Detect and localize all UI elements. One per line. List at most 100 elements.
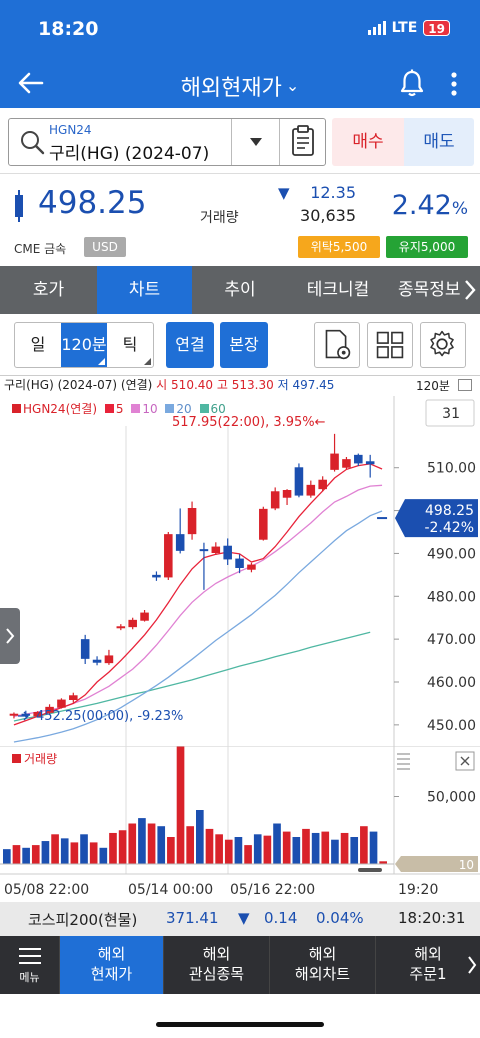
nav-overseas-price[interactable]: 해외 현재가 xyxy=(60,936,164,994)
current-pct-label: -2.42% xyxy=(424,520,474,536)
candle xyxy=(318,479,327,490)
ticker-down-arrow-icon: ▼ xyxy=(238,909,250,927)
change-down-arrow-icon: ▼ xyxy=(278,184,290,202)
candle xyxy=(80,639,90,659)
ticker-value: 371.41 xyxy=(166,909,219,927)
volume-bar xyxy=(128,823,137,864)
main-session-button[interactable]: 본장 xyxy=(220,322,268,368)
candle xyxy=(365,461,375,465)
price-chart[interactable]: 510.00500.00490.00480.00470.00460.00450.… xyxy=(0,396,480,746)
volume-bar xyxy=(253,834,262,864)
sell-button[interactable]: 매도 xyxy=(404,118,474,166)
candle xyxy=(223,545,232,560)
symbol-search-box[interactable]: HGN24 구리(HG) (2024-07) xyxy=(8,118,326,166)
side-panel-handle[interactable] xyxy=(0,608,20,664)
nav-overseas-order[interactable]: 해외 주문1 xyxy=(376,936,480,994)
volume-bar xyxy=(167,837,175,864)
candle xyxy=(69,695,78,700)
ma5-line xyxy=(13,463,383,726)
period-minute-button[interactable]: 120분 xyxy=(61,323,107,367)
volume-bar xyxy=(205,828,214,864)
chart-settings-button[interactable] xyxy=(420,322,466,368)
y-tick-label: 480.00 xyxy=(427,589,476,605)
current-price: 498.25 xyxy=(38,185,147,221)
volume-bar xyxy=(176,746,185,864)
symbol-name: 구리(HG) (2024-07) xyxy=(49,144,210,164)
volume-bar xyxy=(31,845,40,864)
symbol-code: HGN24 xyxy=(49,123,92,137)
tabs-scroll-right-icon[interactable] xyxy=(462,278,478,302)
tab-trend[interactable]: 추이 xyxy=(192,266,288,314)
memo-button[interactable] xyxy=(279,119,325,165)
symbol-search-row: HGN24 구리(HG) (2024-07) 매수 매도 xyxy=(0,108,480,174)
candle xyxy=(330,453,339,470)
continuous-button[interactable]: 연결 xyxy=(166,322,214,368)
volume-bar xyxy=(292,837,301,864)
nav-overseas-chart[interactable]: 해외 해외차트 xyxy=(270,936,376,994)
candle xyxy=(152,574,161,578)
candle xyxy=(247,564,256,570)
volume-bar xyxy=(99,847,108,864)
screen: 18:20 LTE 19 해외현재가 ⌄ HGN24 구리(HG) (2024-0… xyxy=(0,0,480,1038)
candle xyxy=(282,490,292,498)
layout-grid-button[interactable] xyxy=(367,322,413,368)
volume-bar xyxy=(244,845,252,864)
index-ticker[interactable]: 코스피200(현물) 371.41 ▼ 0.14 0.04% 18:20:31 xyxy=(0,902,480,936)
candle xyxy=(57,699,66,708)
maximize-icon[interactable] xyxy=(458,379,472,391)
volume-bar xyxy=(302,828,310,864)
volume-chart[interactable]: 거래량 50,000 10 05/08 22:00 05/14 00:00 05/16 2… xyxy=(0,746,480,902)
y-tick-label: 460.00 xyxy=(427,675,476,691)
ticker-change: 0.14 xyxy=(264,909,298,927)
exchange-label: CME 금속 xyxy=(14,242,67,256)
period-day-button[interactable]: 일 xyxy=(15,323,61,367)
y-tick-label: 450.00 xyxy=(427,718,476,734)
candle xyxy=(9,713,19,716)
volume-bar xyxy=(360,826,368,864)
tab-chart[interactable]: 차트 xyxy=(97,266,192,314)
chart-toolbar: 일 120분 틱 연결 본장 xyxy=(0,314,480,376)
volume-bar xyxy=(331,839,339,864)
volume-value: 30,635 xyxy=(300,206,356,225)
chevron-down-icon[interactable]: ⌄ xyxy=(286,76,299,95)
candle xyxy=(306,484,316,496)
ticker-pct: 0.04% xyxy=(316,909,364,927)
symbol-dropdown-button[interactable] xyxy=(231,119,279,165)
chart-settings-file-button[interactable] xyxy=(314,322,360,368)
price-candle-icon xyxy=(15,190,23,222)
margin-badge: 위탁5,500 xyxy=(298,236,380,258)
period-tick-button[interactable]: 틱 xyxy=(107,323,153,367)
chart-info-bar: 구리(HG) (2024-07) (연결) 시 510.40 고 513.30 … xyxy=(4,378,335,392)
y-tick-label: 510.00 xyxy=(427,461,476,477)
main-tabs: 호가 차트 추이 테크니컬 종목정보 xyxy=(0,266,480,314)
candle xyxy=(140,612,149,621)
volume-bar xyxy=(282,831,291,864)
document-gear-icon xyxy=(325,329,351,360)
low-value: 497.45 xyxy=(292,378,335,392)
candle xyxy=(199,549,209,552)
bottom-nav: 메뉴 해외 현재가 해외 관심종목 해외 해외차트 해외 주문1 xyxy=(0,936,480,994)
maintenance-badge: 유지5,000 xyxy=(386,236,468,258)
nav-overseas-watchlist[interactable]: 해외 관심종목 xyxy=(164,936,270,994)
menu-button[interactable]: 메뉴 xyxy=(0,936,60,994)
tab-quote[interactable]: 호가 xyxy=(0,266,97,314)
candle xyxy=(342,459,351,468)
change-percent: 2.42% xyxy=(391,190,468,221)
candle xyxy=(294,467,304,496)
buy-button[interactable]: 매수 xyxy=(332,118,404,166)
tab-technical[interactable]: 테크니컬 xyxy=(288,266,388,314)
price-change: 12.35 xyxy=(310,183,356,202)
period-selector: 일 120분 틱 xyxy=(14,322,154,368)
status-time: 18:20 xyxy=(38,18,99,40)
chart-scroll-indicator xyxy=(358,868,382,872)
volume-bar xyxy=(3,849,11,864)
volume-bar xyxy=(273,823,281,864)
candle xyxy=(116,626,126,629)
nav-scroll-right-icon[interactable] xyxy=(466,954,478,976)
candle xyxy=(128,619,137,628)
bell-icon[interactable] xyxy=(398,68,426,98)
volume-label: 거래량 xyxy=(200,210,239,226)
more-vertical-icon[interactable] xyxy=(444,70,464,98)
status-indicators: LTE 19 xyxy=(367,20,450,36)
home-indicator xyxy=(156,1022,324,1027)
